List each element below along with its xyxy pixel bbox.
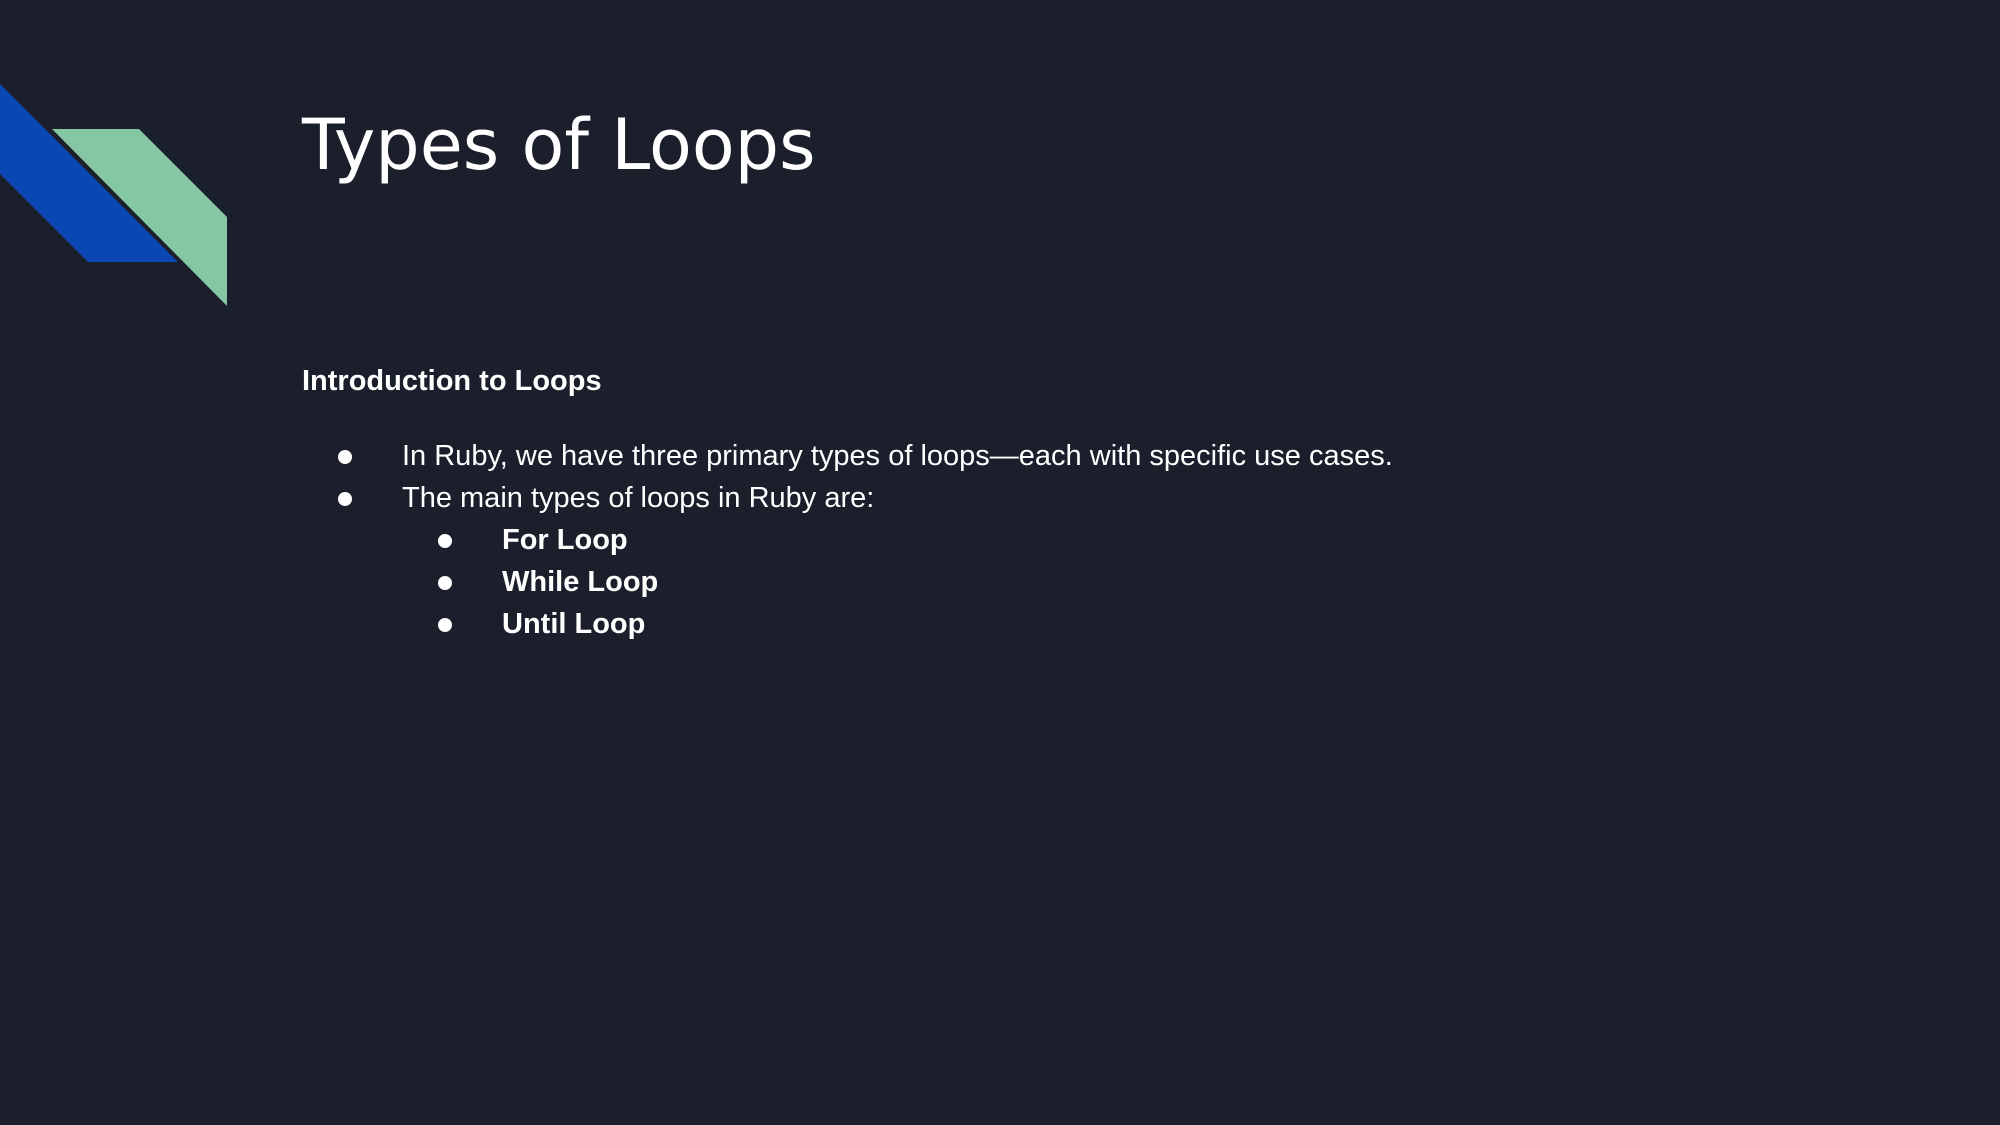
list-item-text: The main types of loops in Ruby are: [402, 482, 875, 514]
bullet-icon [338, 492, 352, 506]
sub-list-item-for-loop: For Loop [302, 519, 1393, 561]
list-item: The main types of loops in Ruby are: [302, 477, 1393, 519]
bullet-icon [438, 534, 452, 548]
list-item: In Ruby, we have three primary types of … [302, 435, 1393, 477]
bullet-icon [438, 576, 452, 590]
sub-list-item-until-loop: Until Loop [302, 603, 1393, 645]
slide-title: Types of Loops [302, 104, 816, 186]
section-heading: Introduction to Loops [302, 365, 602, 397]
sub-list-item-while-loop: While Loop [302, 561, 1393, 603]
list-item-text: Until Loop [502, 608, 646, 640]
slide: Types of Loops Introduction to Loops In … [0, 0, 2000, 1125]
bullet-icon [438, 618, 452, 632]
list-item-text: In Ruby, we have three primary types of … [402, 440, 1393, 472]
corner-decoration [0, 84, 227, 306]
list-item-text: For Loop [502, 524, 628, 556]
bullet-list: In Ruby, we have three primary types of … [302, 435, 1393, 645]
bullet-icon [338, 450, 352, 464]
list-item-text: While Loop [502, 566, 659, 598]
